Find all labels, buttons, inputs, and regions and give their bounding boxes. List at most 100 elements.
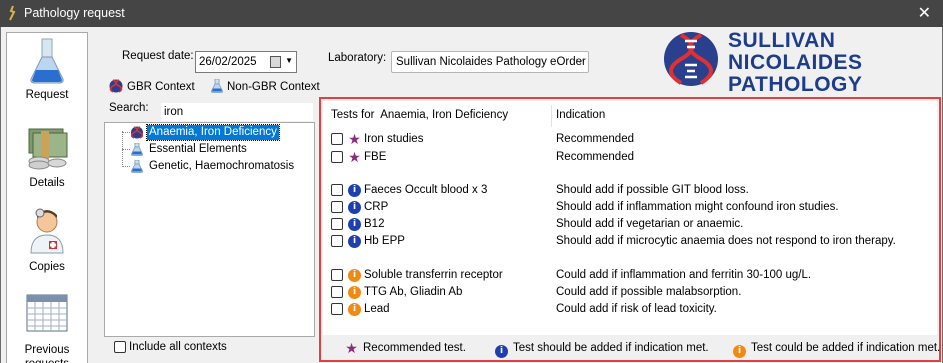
search-label: Search: — [109, 102, 149, 114]
non-gbr-context-label: Non-GBR Context — [227, 81, 320, 93]
star-icon: ★ — [348, 149, 361, 165]
tree-item-anaemia-iron-deficiency[interactable]: Anaemia, Iron Deficiency — [105, 124, 305, 141]
test-row: i Soluble transferrin receptor Could add… — [323, 267, 937, 284]
legend-should-label: Test should be added if indication met. — [513, 342, 709, 354]
test-row: ★ Iron studies Recommended — [323, 131, 937, 148]
search-value: iron — [164, 106, 184, 118]
test-indication: Should add if inflammation might confoun… — [556, 201, 839, 213]
nav-item-copies[interactable]: Copies — [7, 207, 87, 277]
tree-item-label: Genetic, Haemochromatosis — [149, 160, 295, 172]
tests-panel: Tests for Anaemia, Iron Deficiency Indic… — [319, 97, 941, 362]
logo-line-3: PATHOLOGY — [728, 73, 863, 96]
test-name: TTG Ab, Gliadin Ab — [364, 286, 463, 298]
side-nav: Request Details Copies Previous — [6, 32, 88, 363]
include-all-contexts-checkbox[interactable] — [114, 341, 126, 353]
window-title: Pathology request — [24, 6, 125, 20]
test-checkbox[interactable] — [331, 286, 343, 298]
laboratory-select[interactable]: Sullivan Nicolaides Pathology eOrder ⌵ — [391, 51, 589, 73]
legend-recommended: ★ Recommended test. — [345, 340, 466, 356]
info-icon: i — [348, 235, 361, 248]
flask-icon — [131, 160, 143, 173]
test-checkbox[interactable] — [331, 151, 343, 163]
dna-icon — [109, 79, 123, 93]
legend-should: i Test should be added if indication met. — [495, 342, 709, 358]
request-date-picker[interactable]: 26/02/2025 ▼ — [195, 51, 297, 73]
tests-header-prefix: Tests for — [331, 109, 375, 121]
info-icon: i — [495, 345, 508, 358]
test-row: i TTG Ab, Gliadin Ab Could add if possib… — [323, 284, 937, 301]
legend-could-label: Test could be added if indication met. — [751, 342, 941, 354]
tree-item-label: Essential Elements — [149, 143, 247, 155]
star-icon: ★ — [348, 131, 361, 147]
test-name: Lead — [364, 303, 390, 315]
window-body: Request Details Copies Previous Request … — [0, 27, 943, 363]
app-icon — [9, 5, 16, 21]
laboratory-label: Laboratory: — [328, 52, 387, 64]
test-checkbox[interactable] — [331, 303, 343, 315]
nav-label-previous-line1: Previous — [24, 344, 70, 356]
test-row: i Hb EPP Should add if microcytic anaemi… — [323, 233, 937, 250]
test-indication: Could add if inflammation and ferritin 3… — [556, 269, 812, 281]
test-checkbox[interactable] — [331, 269, 343, 281]
flask-icon — [131, 143, 143, 156]
nav-label-previous-line2: requests — [25, 358, 69, 363]
test-checkbox[interactable] — [331, 235, 343, 247]
test-checkbox[interactable] — [331, 201, 343, 213]
request-date-value: 26/02/2025 — [199, 56, 257, 68]
dna-icon — [131, 126, 143, 139]
nav-label-request: Request — [25, 89, 69, 101]
nav-item-request[interactable]: Request — [7, 37, 87, 107]
test-name: FBE — [364, 151, 387, 163]
test-row: i CRP Should add if inflammation might c… — [323, 199, 937, 216]
tree-item-essential-elements[interactable]: Essential Elements — [105, 142, 305, 157]
info-icon: i — [348, 286, 361, 299]
legend-recommended-label: Recommended test. — [363, 342, 466, 354]
test-checkbox[interactable] — [331, 133, 343, 145]
search-input[interactable]: iron — [161, 103, 313, 121]
calendar-icon[interactable] — [270, 56, 281, 68]
test-indication: Recommended — [556, 151, 634, 163]
test-indication: Should add if possible GIT blood loss. — [556, 184, 749, 196]
logo-line-2: NICOLAIDES — [728, 51, 863, 74]
chevron-down-icon: ⌵ — [575, 54, 584, 66]
close-icon[interactable]: ✕ — [918, 3, 931, 23]
info-icon: i — [348, 201, 361, 214]
test-name: Soluble transferrin receptor — [364, 269, 503, 281]
test-name: Iron studies — [364, 133, 424, 145]
legend-could: i Test could be added if indication met. — [733, 342, 940, 358]
indication-header: Indication — [556, 109, 606, 121]
test-row: i B12 Should add if vegetarian or anaemi… — [323, 216, 937, 233]
gbr-context-option[interactable]: GBR Context — [109, 79, 195, 93]
title-bar: Pathology request ✕ — [0, 0, 943, 27]
test-checkbox[interactable] — [331, 184, 343, 196]
laboratory-value: Sullivan Nicolaides Pathology eOrder — [396, 56, 586, 68]
tests-list[interactable]: Tests for Anaemia, Iron Deficiency Indic… — [323, 101, 937, 335]
star-icon: ★ — [345, 340, 358, 356]
test-row: ★ FBE Recommended — [323, 149, 937, 166]
info-icon: i — [348, 184, 361, 197]
info-icon: i — [348, 218, 361, 231]
nav-item-previous-requests[interactable]: Previous requests — [7, 291, 87, 363]
tests-header-context: Anaemia, Iron Deficiency — [380, 109, 509, 121]
money-icon — [28, 128, 68, 170]
flask-icon — [30, 38, 64, 84]
dna-logo-icon — [664, 32, 718, 86]
gbr-context-label: GBR Context — [127, 81, 195, 93]
test-indication: Should add if microcytic anaemia does no… — [556, 235, 896, 247]
non-gbr-context-option[interactable]: Non-GBR Context — [211, 79, 320, 93]
test-name: Faeces Occult blood x 3 — [364, 184, 488, 196]
context-tree[interactable]: Anaemia, Iron Deficiency Essential Eleme… — [104, 122, 315, 337]
calendar-icon — [26, 294, 68, 332]
nav-label-previous: Previous requests — [7, 343, 87, 363]
nav-item-details[interactable]: Details — [7, 123, 87, 193]
test-row: i Lead Could add if risk of lead toxicit… — [323, 301, 937, 318]
test-name: CRP — [364, 201, 389, 213]
doctor-icon — [30, 208, 64, 254]
nav-label-copies: Copies — [29, 261, 65, 273]
tree-item-genetic-haemochromatosis[interactable]: Genetic, Haemochromatosis — [105, 159, 305, 174]
test-checkbox[interactable] — [331, 218, 343, 230]
info-icon: i — [348, 269, 361, 282]
chevron-down-icon[interactable]: ▼ — [285, 56, 293, 65]
info-icon: i — [733, 345, 746, 358]
request-date-label: Request date: — [122, 50, 194, 62]
